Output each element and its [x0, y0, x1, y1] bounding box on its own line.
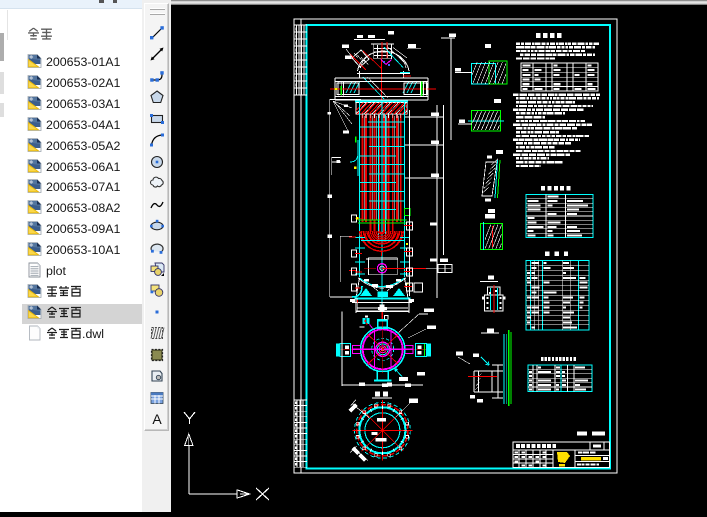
svg-text:A: A — [152, 411, 162, 427]
